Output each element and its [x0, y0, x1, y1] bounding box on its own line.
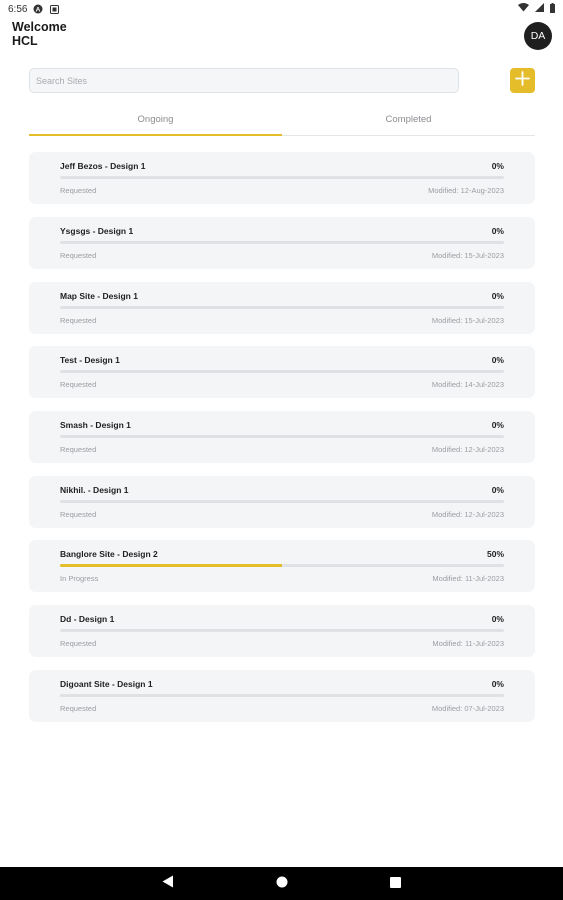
status-tabs: Ongoing Completed — [29, 110, 535, 136]
battery-icon — [550, 2, 555, 16]
site-status: Requested — [60, 380, 97, 389]
site-status: In Progress — [60, 574, 99, 583]
site-card[interactable]: Nikhil. - Design 1 0% Requested Modified… — [29, 476, 535, 528]
header: Welcome HCL DA — [12, 20, 552, 54]
site-modified-date: Modified: 11-Jul-2023 — [432, 639, 504, 648]
site-name: Digoant Site - Design 1 — [60, 679, 153, 689]
site-name: Smash - Design 1 — [60, 420, 131, 430]
site-card[interactable]: Smash - Design 1 0% Requested Modified: … — [29, 411, 535, 463]
site-card[interactable]: Digoant Site - Design 1 0% Requested Mod… — [29, 670, 535, 722]
status-bar: 6:56 A — [0, 0, 563, 18]
svg-text:A: A — [36, 6, 41, 13]
site-modified-date: Modified: 07-Jul-2023 — [431, 704, 504, 713]
site-card[interactable]: Jeff Bezos - Design 1 0% Requested Modif… — [29, 152, 535, 204]
site-percent: 0% — [491, 679, 504, 689]
back-triangle-icon — [162, 875, 174, 893]
progress-bar — [60, 629, 504, 632]
home-circle-icon — [276, 875, 288, 893]
search-input[interactable] — [36, 75, 452, 86]
site-name: Map Site - Design 1 — [60, 291, 138, 301]
welcome-label: Welcome — [12, 20, 67, 34]
site-percent: 0% — [491, 161, 504, 171]
recents-square-icon — [390, 875, 401, 893]
site-modified-date: Modified: 12-Jul-2023 — [431, 510, 504, 519]
tab-completed[interactable]: Completed — [282, 110, 535, 135]
site-modified-date: Modified: 12-Jul-2023 — [431, 445, 504, 454]
progress-bar — [60, 176, 504, 179]
site-name: Nikhil. - Design 1 — [60, 485, 129, 495]
site-percent: 0% — [491, 226, 504, 236]
site-status: Requested — [60, 639, 97, 648]
site-modified-date: Modified: 12-Aug-2023 — [428, 186, 504, 195]
plus-icon — [515, 70, 530, 91]
back-button[interactable] — [161, 875, 175, 893]
site-status: Requested — [60, 704, 97, 713]
signal-icon — [535, 3, 544, 15]
site-modified-date: Modified: 14-Jul-2023 — [431, 380, 504, 389]
site-card[interactable]: Banglore Site - Design 2 50% In Progress… — [29, 540, 535, 592]
progress-bar — [60, 694, 504, 697]
site-card[interactable]: Test - Design 1 0% Requested Modified: 1… — [29, 346, 535, 398]
welcome-text: Welcome HCL — [12, 20, 552, 48]
company-name: HCL — [12, 34, 38, 48]
progress-bar — [60, 500, 504, 503]
site-name: Ysgsgs - Design 1 — [60, 226, 134, 236]
site-status: Requested — [60, 251, 97, 260]
progress-fill — [60, 564, 282, 567]
site-name: Jeff Bezos - Design 1 — [60, 161, 146, 171]
site-name: Test - Design 1 — [60, 355, 120, 365]
home-button[interactable] — [275, 875, 289, 893]
notification-a-icon: A — [33, 4, 43, 14]
recents-button[interactable] — [389, 875, 403, 893]
site-percent: 0% — [491, 355, 504, 365]
progress-bar — [60, 241, 504, 244]
site-card[interactable]: Map Site - Design 1 0% Requested Modifie… — [29, 282, 535, 334]
site-modified-date: Modified: 11-Jul-2023 — [432, 574, 504, 583]
tab-ongoing[interactable]: Ongoing — [29, 110, 282, 136]
site-status: Requested — [60, 445, 97, 454]
site-card[interactable]: Ysgsgs - Design 1 0% Requested Modified:… — [29, 217, 535, 269]
system-nav-bar — [0, 867, 563, 900]
site-name: Dd - Design 1 — [60, 614, 115, 624]
site-percent: 50% — [486, 549, 504, 559]
notification-box-icon — [49, 4, 59, 14]
site-modified-date: Modified: 15-Jul-2023 — [431, 251, 504, 260]
site-percent: 0% — [491, 420, 504, 430]
site-status: Requested — [60, 186, 97, 195]
site-percent: 0% — [491, 291, 504, 301]
progress-bar — [60, 370, 504, 373]
site-card[interactable]: Dd - Design 1 0% Requested Modified: 11-… — [29, 605, 535, 657]
avatar[interactable]: DA — [524, 22, 552, 50]
add-site-button[interactable] — [510, 68, 535, 93]
status-time: 6:56 — [8, 3, 28, 15]
site-percent: 0% — [491, 485, 504, 495]
site-modified-date: Modified: 15-Jul-2023 — [431, 316, 504, 325]
site-status: Requested — [60, 510, 97, 519]
progress-bar — [60, 435, 504, 438]
wifi-icon — [518, 3, 529, 15]
progress-bar — [60, 306, 504, 309]
progress-bar — [60, 564, 504, 567]
search-box[interactable] — [29, 68, 459, 93]
site-percent: 0% — [491, 614, 504, 624]
site-status: Requested — [60, 316, 97, 325]
site-name: Banglore Site - Design 2 — [60, 549, 158, 559]
